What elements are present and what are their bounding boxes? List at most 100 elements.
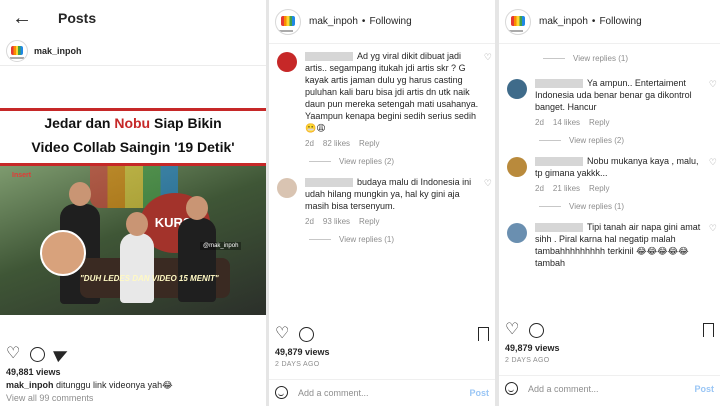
heart-icon[interactable]: ♡ — [505, 322, 519, 338]
view-replies-link[interactable]: View replies (1) — [499, 202, 720, 211]
comment-meta: 2d 93 likes Reply — [305, 217, 481, 226]
top-bar: ← Posts — [0, 0, 266, 36]
commenter-name-blurred[interactable] — [535, 157, 583, 167]
view-count[interactable]: 49,879 views — [499, 342, 720, 355]
comments-panel: mak_inpoh • Following View replies (1) Y… — [499, 0, 720, 406]
comment-text: Ad yg viral dikit dibuat jadi artis.. se… — [305, 51, 479, 133]
comment-time: 2d — [305, 139, 314, 148]
person-figure — [120, 233, 154, 303]
comment: Nobu mukanya kaya , malu, tp gimana yakk… — [499, 155, 720, 193]
view-replies-link[interactable]: View replies (2) — [269, 157, 495, 166]
headline-banner: Jedar dan Nobu Siap Bikin Video Collab S… — [0, 108, 266, 166]
action-bar: ♡ — [0, 342, 266, 366]
person-head — [186, 196, 208, 220]
comment-meta: 2d 21 likes Reply — [535, 184, 706, 193]
username[interactable]: mak_inpoh — [309, 16, 358, 27]
reply-button[interactable]: Reply — [589, 184, 609, 193]
separator: • — [361, 16, 366, 27]
post-button[interactable]: Post — [469, 388, 489, 398]
person-head — [69, 182, 91, 206]
video-caption: "DUH LEDES DAN VIDEO 15 MENIT" — [80, 274, 219, 283]
commenter-avatar[interactable] — [507, 223, 527, 243]
post-timestamp: 2 DAYS AGO — [505, 357, 550, 364]
reply-button[interactable]: Reply — [589, 118, 609, 127]
bookmark-icon[interactable] — [478, 327, 489, 341]
comment-meta: 2d 82 likes Reply — [305, 139, 481, 148]
comment: budaya malu di Indonesia ini udah hilang… — [269, 176, 495, 226]
avatar[interactable] — [505, 8, 531, 35]
caption-username[interactable]: mak_inpoh — [6, 380, 54, 390]
following-button[interactable]: Following — [599, 16, 641, 27]
image-source-label: Insert — [12, 172, 32, 179]
view-count[interactable]: 49,881 views — [0, 366, 266, 379]
commenter-name-blurred[interactable] — [305, 52, 353, 62]
comment-icon[interactable] — [529, 322, 545, 338]
commenter-avatar[interactable] — [277, 52, 297, 72]
add-comment-input[interactable]: Add a comment... — [528, 384, 599, 394]
inset-face — [40, 230, 86, 276]
view-count[interactable]: 49,879 views — [269, 346, 495, 359]
comment-time: 2d — [305, 217, 314, 226]
add-comment-bar: Add a comment... Post — [269, 379, 495, 405]
avatar[interactable] — [275, 8, 301, 35]
commenter-avatar[interactable] — [507, 157, 527, 177]
avatar[interactable] — [6, 39, 28, 62]
post-footer: ♡ 49,881 views mak_inpoh ditunggu link v… — [0, 342, 266, 404]
comment-likes[interactable]: 21 likes — [553, 184, 580, 193]
reply-button[interactable]: Reply — [359, 217, 379, 226]
person-figure — [178, 218, 216, 302]
add-comment-bar: Add a comment... Post — [499, 375, 720, 401]
username[interactable]: mak_inpoh — [539, 16, 588, 27]
view-replies-link[interactable]: View replies (2) — [499, 136, 720, 145]
image-watermark: @mak_inpoh — [200, 242, 242, 250]
comment-body: Nobu mukanya kaya , malu, tp gimana yakk… — [535, 155, 706, 179]
post-header: mak_inpoh — [0, 36, 266, 66]
heart-icon[interactable]: ♡ — [484, 179, 492, 188]
arrow-left-icon[interactable]: ← — [12, 8, 40, 28]
view-all-comments-link[interactable]: View all 99 comments — [0, 392, 266, 404]
comment-time: 2d — [535, 184, 544, 193]
comment: Ya ampun.. Entertaiment Indonesia uda be… — [499, 77, 720, 127]
post-button[interactable]: Post — [694, 384, 714, 394]
view-replies-link[interactable]: View replies (1) — [269, 235, 495, 244]
comment-likes[interactable]: 82 likes — [323, 139, 350, 148]
commenter-name-blurred[interactable] — [305, 178, 353, 188]
add-comment-input[interactable]: Add a comment... — [298, 388, 369, 398]
heart-icon[interactable]: ♡ — [709, 224, 717, 233]
username[interactable]: mak_inpoh — [34, 46, 82, 56]
emoji-icon[interactable] — [505, 382, 518, 395]
comment-likes[interactable]: 93 likes — [323, 217, 350, 226]
commenter-name-blurred[interactable] — [535, 79, 583, 89]
heart-icon[interactable]: ♡ — [6, 346, 20, 362]
post-caption: mak_inpoh ditunggu link videonya yah😂 — [0, 379, 266, 392]
action-bar: ♡ — [499, 318, 720, 342]
following-button[interactable]: Following — [369, 16, 411, 27]
page-title: Posts — [58, 10, 97, 26]
heart-icon[interactable]: ♡ — [484, 53, 492, 62]
commenter-name-blurred[interactable] — [535, 223, 583, 233]
person-head — [126, 212, 148, 236]
comment-icon[interactable] — [30, 346, 46, 362]
post-footer: ♡ 49,879 views 2 DAYS AGO Add a comment.… — [499, 318, 720, 401]
post-footer: ♡ 49,879 views 2 DAYS AGO Add a comment.… — [269, 322, 495, 405]
comment-meta: 2d 14 likes Reply — [535, 118, 706, 127]
comment-time: 2d — [535, 118, 544, 127]
comment: Tipi tanah air napa gini amat sihh . Pir… — [499, 221, 720, 277]
post-header: mak_inpoh • Following — [269, 0, 495, 44]
commenter-avatar[interactable] — [277, 178, 297, 198]
comments-panel: mak_inpoh • Following Ad yg viral dikit … — [269, 0, 495, 406]
bookmark-icon[interactable] — [703, 323, 714, 337]
emoji-icon[interactable] — [275, 386, 288, 399]
heart-icon[interactable]: ♡ — [275, 326, 289, 342]
share-icon[interactable] — [53, 345, 71, 363]
comment-icon[interactable] — [299, 326, 315, 342]
comment-body: Tipi tanah air napa gini amat sihh . Pir… — [535, 221, 706, 269]
reply-button[interactable]: Reply — [359, 139, 379, 148]
view-replies-link[interactable]: View replies (1) — [499, 54, 720, 63]
headline-line-1: Jedar dan Nobu Siap Bikin — [44, 115, 222, 131]
commenter-avatar[interactable] — [507, 79, 527, 99]
post-image[interactable]: Insert KURSI "DUH LEDES DAN VIDEO 15 MEN… — [0, 108, 266, 315]
heart-icon[interactable]: ♡ — [709, 80, 717, 89]
heart-icon[interactable]: ♡ — [709, 158, 717, 167]
comment-likes[interactable]: 14 likes — [553, 118, 580, 127]
